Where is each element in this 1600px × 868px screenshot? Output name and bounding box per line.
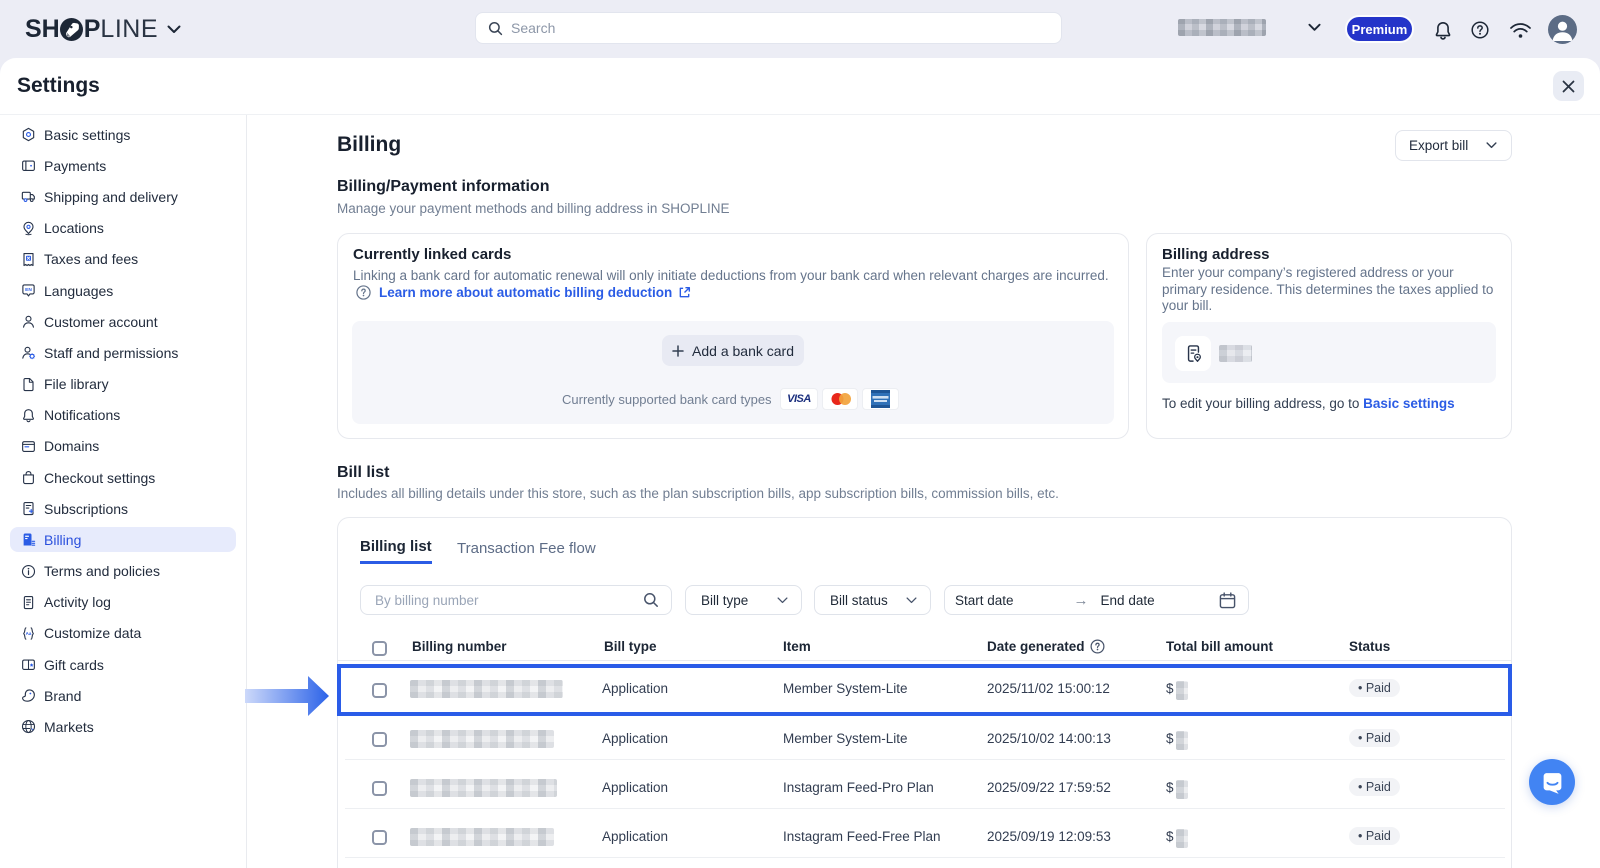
svg-text:Aa: Aa	[26, 631, 32, 636]
svg-text:EN: EN	[25, 287, 32, 293]
